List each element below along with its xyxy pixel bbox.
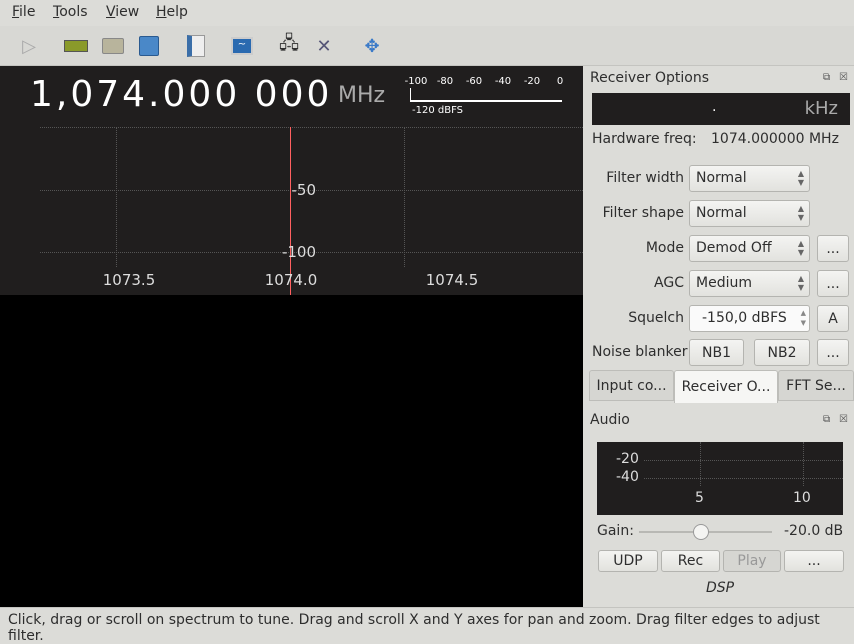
nb2-button[interactable]: NB2 [754,339,810,366]
bookmark-icon[interactable] [183,34,209,58]
waterfall[interactable] [0,295,583,607]
monitor-icon[interactable]: ~ [229,34,255,58]
nb-options-button[interactable]: ... [817,339,849,366]
grid-line [644,478,843,479]
float-icon[interactable]: ⧉ [823,72,830,83]
audio-fft-plot[interactable]: -20 -40 5 10 [597,442,843,515]
agc-select[interactable]: Medium ▲ ▼ [689,270,810,297]
hardware-freq-value: 1074.000000 MHz [711,131,839,147]
grid-line [803,442,804,486]
gain-slider-handle[interactable] [693,524,709,540]
menu-view[interactable]: View [106,4,139,20]
dsp-label: DSP [706,580,735,596]
x-tick-label: 5 [695,490,704,506]
menu-tools[interactable]: Tools [53,4,88,20]
play-button[interactable]: Play [723,550,781,572]
filter-width-label: Filter width [606,170,684,186]
x-tick-label: 1074.5 [425,271,479,289]
hardware-freq-label: Hardware freq: [592,131,697,147]
tuning-marker[interactable] [290,127,291,295]
squelch-spinbox[interactable]: -150,0 dBFS ▲ ▼ [689,305,810,332]
mode-label: Mode [645,240,684,256]
meter-tick: -20 [523,76,541,87]
receiver-options-title: Receiver Options [590,70,710,86]
udp-button[interactable]: UDP [598,550,658,572]
audio-title: Audio [590,412,630,428]
fit-icon[interactable]: ✥ [359,34,385,58]
squelch-value: -150,0 dBFS [702,310,787,326]
x-tick-label: 10 [793,490,811,506]
meter-tick: -40 [494,76,512,87]
spin-arrows-icon: ▲ ▼ [797,274,804,292]
grid-line [404,127,405,267]
grid-line [40,127,583,128]
y-tick-label: -50 [291,181,317,199]
meter-tick: -60 [465,76,483,87]
filter-width-select[interactable]: Normal ▲ ▼ [689,165,810,192]
float-icon[interactable]: ⧉ [823,414,830,425]
tab-fft-settings[interactable]: FFT Se... [778,370,854,401]
network-icon[interactable]: 🖧 [276,33,302,58]
offset-display[interactable]: . kHz [592,93,850,125]
tools-icon[interactable]: ✕ [311,34,337,58]
filter-shape-value: Normal [696,205,747,221]
agc-label: AGC [654,275,684,291]
filter-shape-select[interactable]: Normal ▲ ▼ [689,200,810,227]
tab-input-controls[interactable]: Input co... [589,370,674,401]
tab-receiver-options[interactable]: Receiver O... [674,370,778,403]
grid-line [700,442,701,486]
menu-file[interactable]: File [12,4,35,20]
spin-arrows-icon[interactable]: ▲ ▼ [801,308,806,328]
y-tick-label: -40 [616,469,639,485]
offset-dot: . [712,99,717,115]
mode-options-button[interactable]: ... [817,235,849,262]
filter-shape-label: Filter shape [602,205,684,221]
gain-value: -20.0 dB [784,523,844,539]
meter-tick: 0 [556,76,564,87]
spin-arrows-icon: ▲ ▼ [797,239,804,257]
spin-arrows-icon: ▲ ▼ [797,204,804,222]
filter-width-value: Normal [696,170,747,186]
offset-unit: kHz [804,98,838,119]
squelch-auto-button[interactable]: A [817,305,849,332]
noise-blanker-label: Noise blanker [592,344,688,360]
gain-label: Gain: [597,523,634,539]
spin-arrows-icon: ▲ ▼ [797,169,804,187]
meter-tick: -80 [436,76,454,87]
mode-value: Demod Off [696,240,772,256]
y-tick-label: -20 [616,451,639,467]
agc-value: Medium [696,275,752,291]
y-tick-label: -100 [281,243,316,261]
menu-help[interactable]: Help [156,4,188,20]
hardware-icon[interactable] [63,34,89,58]
squelch-label: Squelch [628,310,684,326]
x-tick-label: 1074.0 [264,271,318,289]
menu-bar: File Tools View Help [0,0,854,26]
grid-line [116,127,117,267]
record-button[interactable]: Rec [661,550,720,572]
nb1-button[interactable]: NB1 [689,339,744,366]
open-folder-icon[interactable] [100,34,126,58]
signal-meter [410,88,562,102]
play-icon[interactable]: ▷ [16,34,42,58]
audio-options-button[interactable]: ... [784,550,844,572]
toolbar: ▷ ~ 🖧 ✕ ✥ [0,26,854,66]
meter-tick: -100 [404,76,428,87]
x-tick-label: 1073.5 [102,271,156,289]
meter-value: -120 dBFS [412,105,464,116]
mode-select[interactable]: Demod Off ▲ ▼ [689,235,810,262]
save-icon[interactable] [136,34,162,58]
agc-options-button[interactable]: ... [817,270,849,297]
status-bar: Click, drag or scroll on spectrum to tun… [0,607,854,644]
frequency-display[interactable]: 1,074.000 000 [30,74,332,115]
close-icon[interactable]: ☒ [839,72,848,83]
grid-line [644,460,843,461]
close-icon[interactable]: ☒ [839,414,848,425]
frequency-unit: MHz [338,83,386,108]
